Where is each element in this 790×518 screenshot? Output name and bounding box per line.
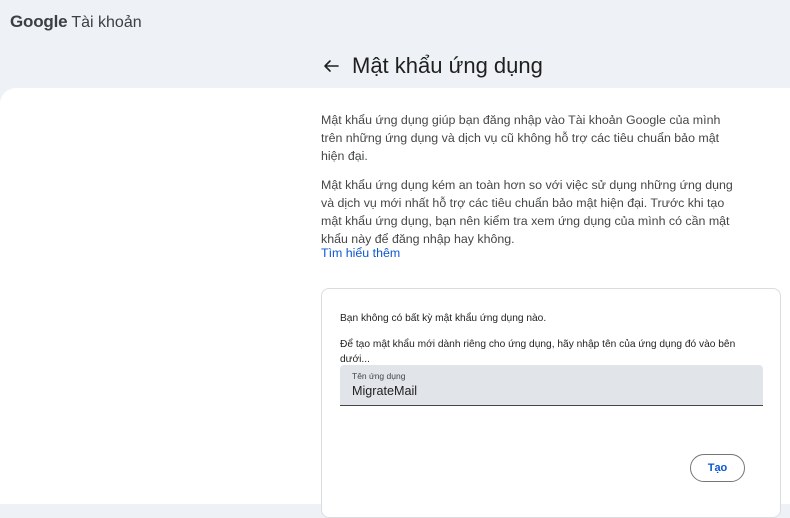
description-paragraph-2: Mật khẩu ứng dụng kém an toàn hơn so với… bbox=[321, 178, 733, 246]
product-name: Tài khoản bbox=[71, 14, 142, 31]
create-button[interactable]: Tạo bbox=[690, 454, 745, 482]
app-name-label: Tên ứng dụng bbox=[352, 371, 406, 381]
page-title: Mật khẩu ứng dụng bbox=[352, 53, 543, 78]
description-paragraph-1: Mật khẩu ứng dụng giúp bạn đăng nhập vào… bbox=[321, 113, 721, 163]
page-header: Mật khẩu ứng dụng bbox=[320, 53, 543, 79]
app-name-field[interactable]: Tên ứng dụng bbox=[340, 365, 763, 406]
create-instruction: Để tạo mật khẩu mới dành riêng cho ứng d… bbox=[340, 339, 736, 365]
app-password-card: Bạn không có bất kỳ mật khẩu ứng dụng nà… bbox=[321, 288, 781, 518]
google-wordmark: Google bbox=[10, 12, 68, 31]
arrow-left-icon[interactable] bbox=[320, 55, 342, 77]
top-bar: Google Tài khoản Mật khẩu ứng dụng bbox=[0, 0, 790, 88]
no-passwords-message: Bạn không có bất kỳ mật khẩu ứng dụng nà… bbox=[340, 313, 547, 324]
app-name-input[interactable] bbox=[352, 384, 742, 398]
learn-more-link[interactable]: Tìm hiểu thêm bbox=[321, 246, 400, 260]
brand-logo[interactable]: Google Tài khoản bbox=[10, 12, 142, 32]
